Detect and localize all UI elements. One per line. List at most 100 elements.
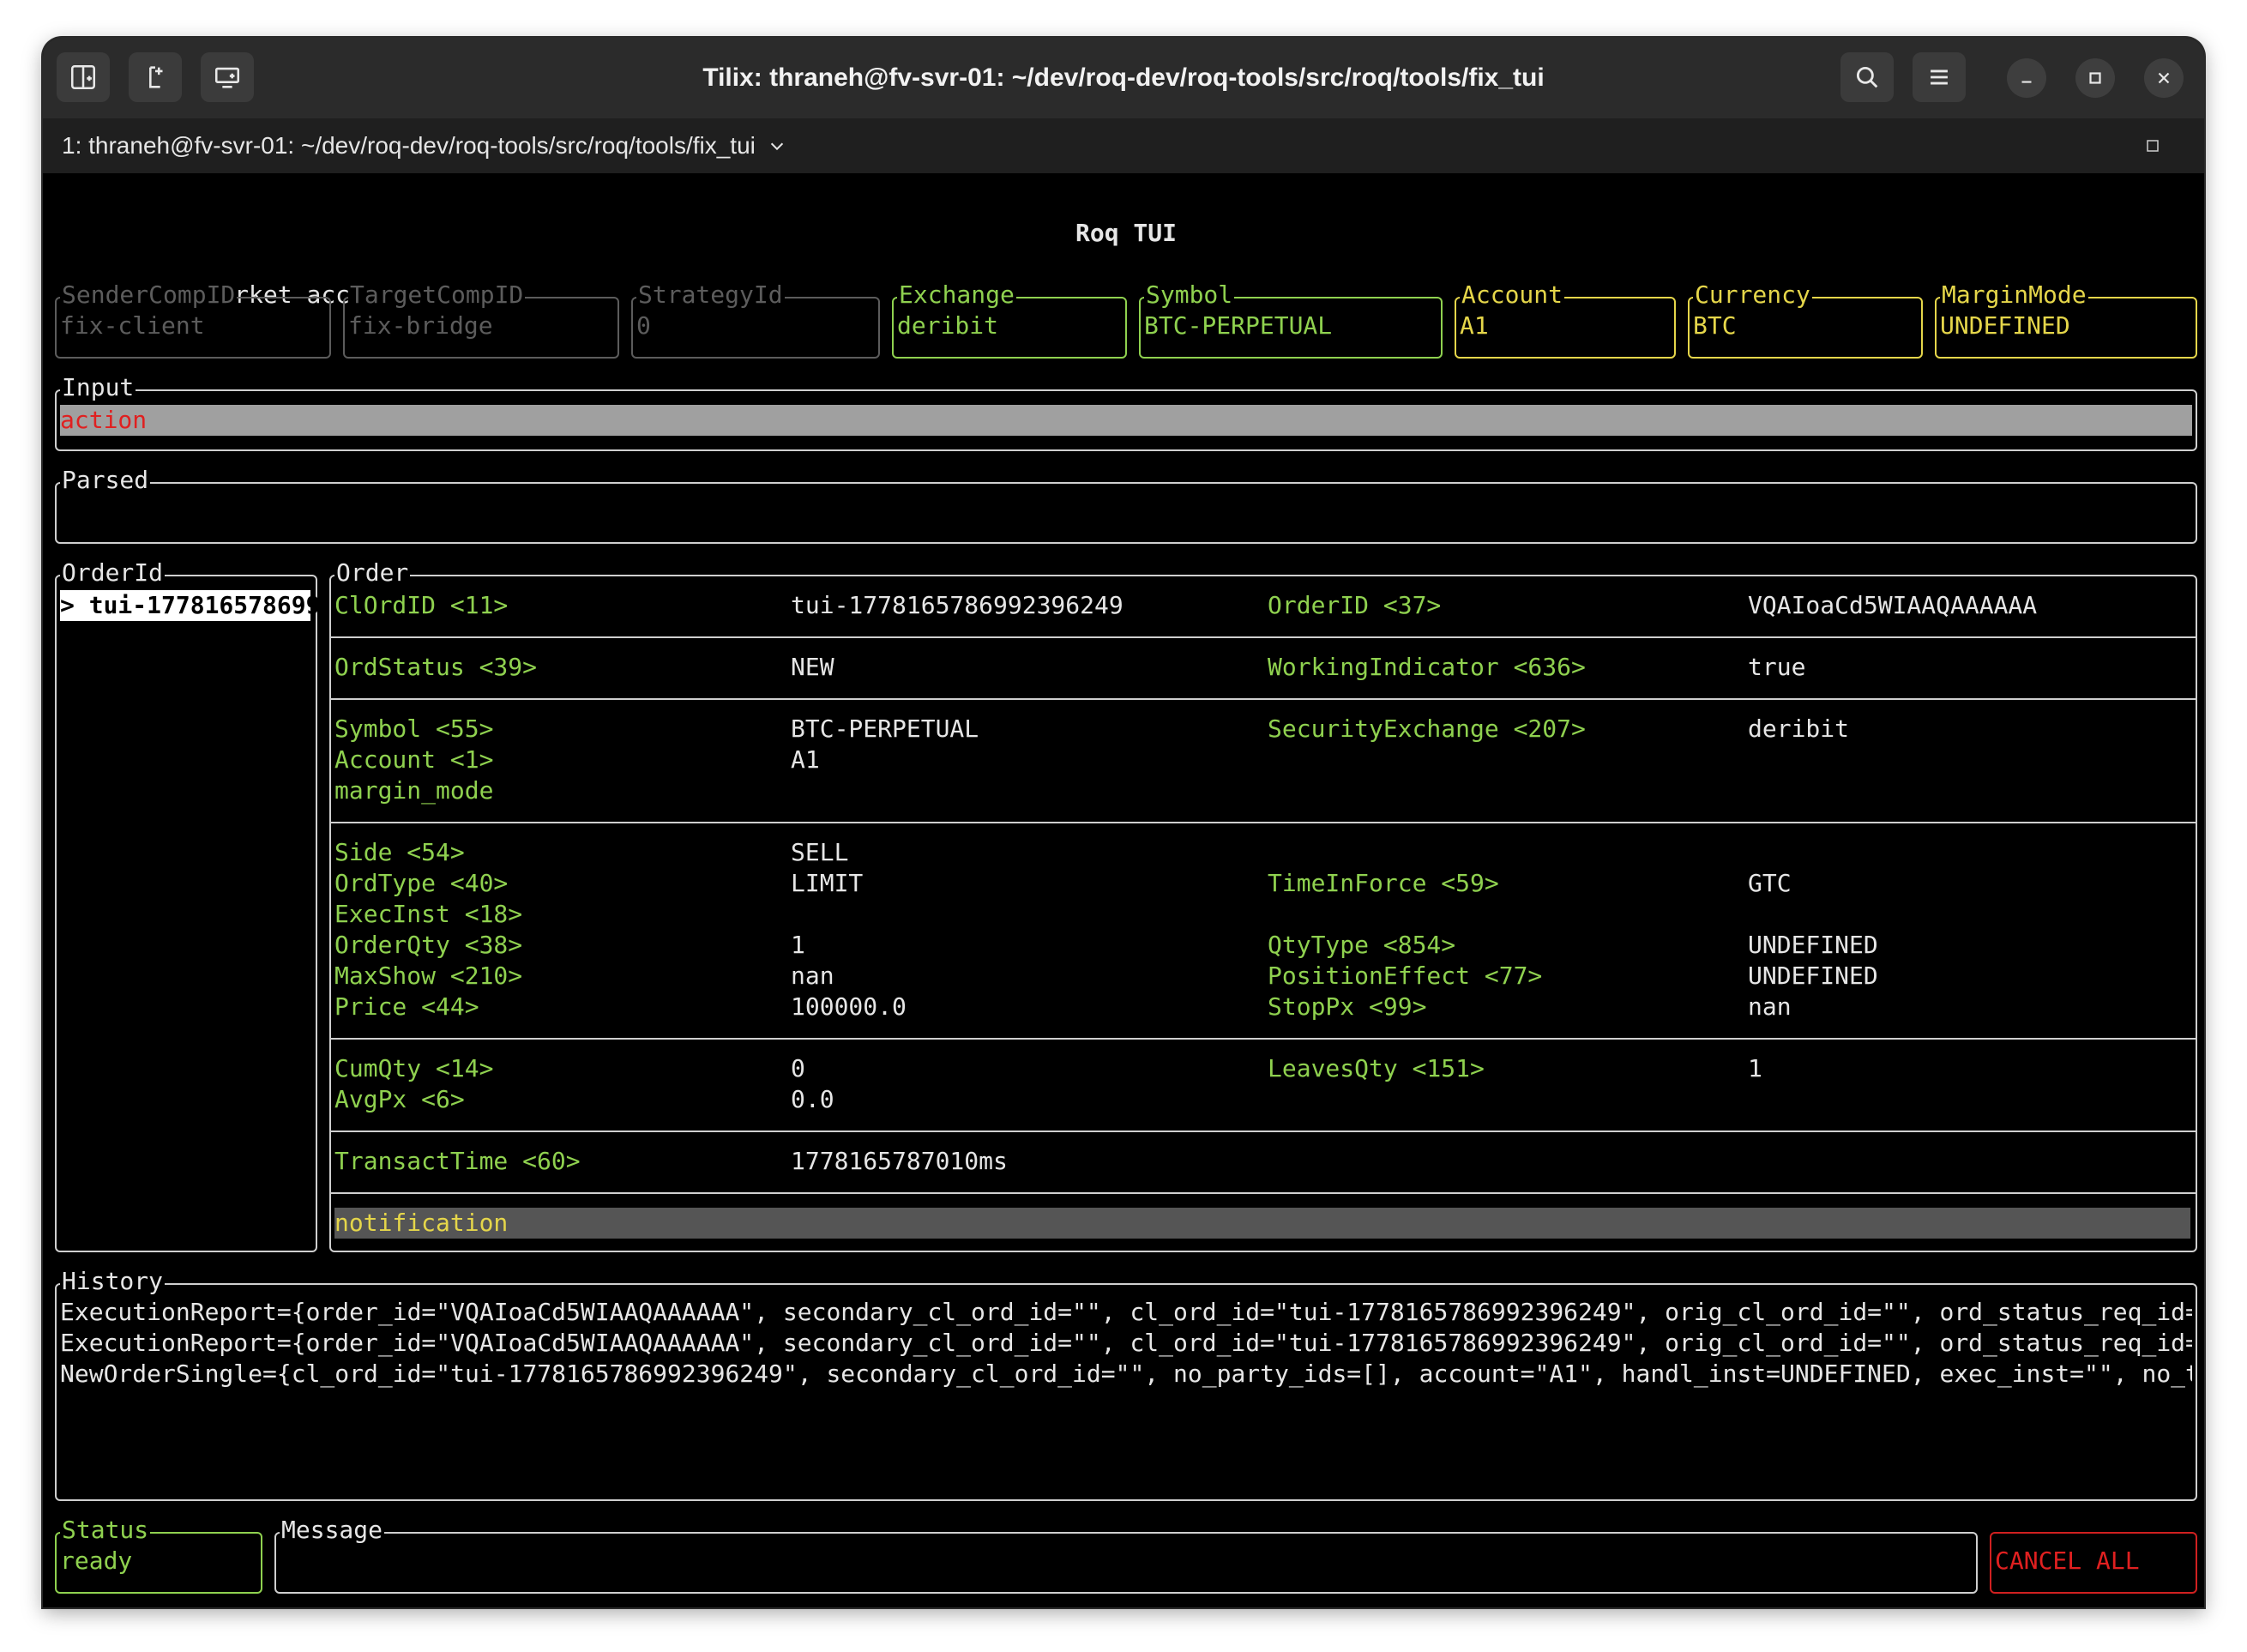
minimize-button[interactable] [2007, 58, 2046, 98]
field-label: Symbol <55> [334, 714, 494, 743]
currency-label: Currency [1693, 280, 1812, 311]
field-label: PositionEffect <77> [1268, 962, 1543, 990]
chevron-down-icon[interactable] [768, 136, 786, 155]
field-value: nan [791, 962, 834, 990]
terminal-window: Tilix: thraneh@fv-svr-01: ~/dev/roq-dev/… [43, 38, 2204, 1607]
field-label: AvgPx <6> [334, 1085, 465, 1113]
field-label: MaxShow <210> [334, 962, 523, 990]
field-value: 1 [791, 931, 805, 959]
cancel-all-button[interactable]: CANCEL ALL [1990, 1532, 2197, 1594]
sessions-button[interactable] [201, 52, 254, 102]
currency-box[interactable]: Currency BTC [1688, 280, 1923, 359]
tab-close-button[interactable] [2199, 130, 2204, 161]
strategy-id-box: StrategyId 0 [631, 280, 880, 359]
order-box: Order ClOrdID <11> tui-17781657869923962… [329, 558, 2197, 1252]
order-id-label: OrderId [60, 558, 166, 588]
exchange-box[interactable]: Exchange deribit [892, 280, 1127, 359]
field-label: Side <54> [334, 838, 465, 866]
search-icon [1856, 66, 1878, 88]
field-value: 100000.0 [791, 992, 907, 1021]
margin-mode-value: UNDEFINED [1940, 311, 2070, 340]
account-value: A1 [1460, 311, 1489, 340]
target-comp-id-label: TargetCompID [348, 280, 526, 311]
field-label: CumQty <14> [334, 1054, 494, 1082]
history-label: History [60, 1266, 166, 1297]
field-value: 0 [791, 1054, 805, 1082]
terminal-tab[interactable]: 1: thraneh@fv-svr-01: ~/dev/roq-dev/roq-… [62, 118, 786, 173]
terminal-tab-title: 1: thraneh@fv-svr-01: ~/dev/roq-dev/roq-… [62, 132, 756, 159]
history-line: NewOrderSingle={cl_ord_id="tui-177816578… [60, 1360, 2192, 1388]
search-button[interactable] [1840, 52, 1894, 102]
session-icon [214, 67, 240, 88]
message-label: Message [280, 1515, 385, 1546]
history-list[interactable]: ExecutionReport={order_id="VQAIoaCd5WIAA… [60, 1297, 2192, 1393]
field-value: UNDEFINED [1748, 931, 1878, 959]
order-id-selected: > tui-177816578699 [60, 591, 321, 619]
margin-mode-box[interactable]: MarginMode UNDEFINED [1935, 280, 2197, 359]
message-box[interactable]: Message [274, 1515, 1978, 1594]
field-label: OrdStatus <39> [334, 653, 538, 681]
account-box[interactable]: Account A1 [1455, 280, 1676, 359]
order-id-list-item[interactable]: > tui-177816578699 [60, 590, 320, 621]
input-field[interactable]: action [60, 405, 2192, 436]
order-label: Order [334, 558, 411, 588]
terminal-content: Roq TUI home market account debug Sender… [43, 173, 2204, 1607]
close-button[interactable] [2144, 58, 2184, 98]
field-value: LIMIT [791, 869, 864, 897]
strategy-id-value: 0 [636, 311, 651, 340]
field-label: SecurityExchange <207> [1268, 714, 1586, 743]
field-value: 1 [1748, 1054, 1762, 1082]
terminal-tab-bar: 1: thraneh@fv-svr-01: ~/dev/roq-dev/roq-… [43, 118, 2204, 173]
close-icon [2158, 72, 2170, 84]
title-bar: Tilix: thraneh@fv-svr-01: ~/dev/roq-dev/… [43, 38, 2204, 118]
sender-comp-id-value: fix-client [60, 311, 205, 340]
exchange-label: Exchange [897, 280, 1016, 311]
field-label: OrdType <40> [334, 869, 509, 897]
order-divider [331, 636, 2196, 638]
field-value: nan [1748, 992, 1792, 1021]
field-label: ClOrdID <11> [334, 591, 509, 619]
sender-comp-id-label: SenderCompID [60, 280, 238, 311]
strategy-id-label: StrategyId [636, 280, 785, 311]
field-value: VQAIoaCd5WIAAQAAAAAA [1748, 591, 2038, 619]
split-down-icon [149, 66, 163, 88]
symbol-box[interactable]: Symbol BTC-PERPETUAL [1139, 280, 1443, 359]
field-value: A1 [791, 745, 820, 774]
app-title: Roq TUI [1075, 219, 1178, 247]
status-label: Status [60, 1515, 151, 1546]
input-value: action [60, 406, 148, 434]
tab-maximize-button[interactable] [2137, 130, 2168, 161]
history-line: ExecutionReport={order_id="VQAIoaCd5WIAA… [60, 1329, 2192, 1357]
notification-bar: notification [334, 1208, 2190, 1239]
field-label: Account <1> [334, 745, 494, 774]
field-label: OrderQty <38> [334, 931, 523, 959]
target-comp-id-box: TargetCompID fix-bridge [343, 280, 619, 359]
field-value: BTC-PERPETUAL [791, 714, 979, 743]
field-value: true [1748, 653, 1806, 681]
add-terminal-right-button[interactable] [57, 52, 110, 102]
field-value: tui-1778165786992396249 [791, 591, 1124, 619]
order-id-box: OrderId > tui-177816578699 [55, 558, 320, 1252]
field-value: UNDEFINED [1748, 962, 1878, 990]
field-value: 0.0 [791, 1085, 834, 1113]
input-label: Input [60, 372, 136, 403]
field-label: TransactTime <60> [334, 1147, 581, 1175]
field-value: SELL [791, 838, 849, 866]
menu-button[interactable] [1913, 52, 1966, 102]
field-label: margin_mode [334, 776, 494, 805]
target-comp-id-value: fix-bridge [348, 311, 493, 340]
field-label: LeavesQty <151> [1268, 1054, 1485, 1082]
input-box[interactable]: Input action [55, 372, 2197, 451]
order-divider [331, 1192, 2196, 1194]
margin-mode-label: MarginMode [1940, 280, 2088, 311]
hamburger-icon [1931, 69, 1948, 85]
parsed-box: Parsed [55, 465, 2197, 544]
exchange-value: deribit [897, 311, 999, 340]
cancel-all-label: CANCEL ALL [1995, 1546, 2140, 1575]
order-divider [331, 822, 2196, 823]
field-value: deribit [1748, 714, 1850, 743]
minimize-icon [2021, 81, 2032, 83]
maximize-button[interactable] [2075, 58, 2115, 98]
field-label: OrderID <37> [1268, 591, 1442, 619]
add-terminal-down-button[interactable] [129, 52, 182, 102]
